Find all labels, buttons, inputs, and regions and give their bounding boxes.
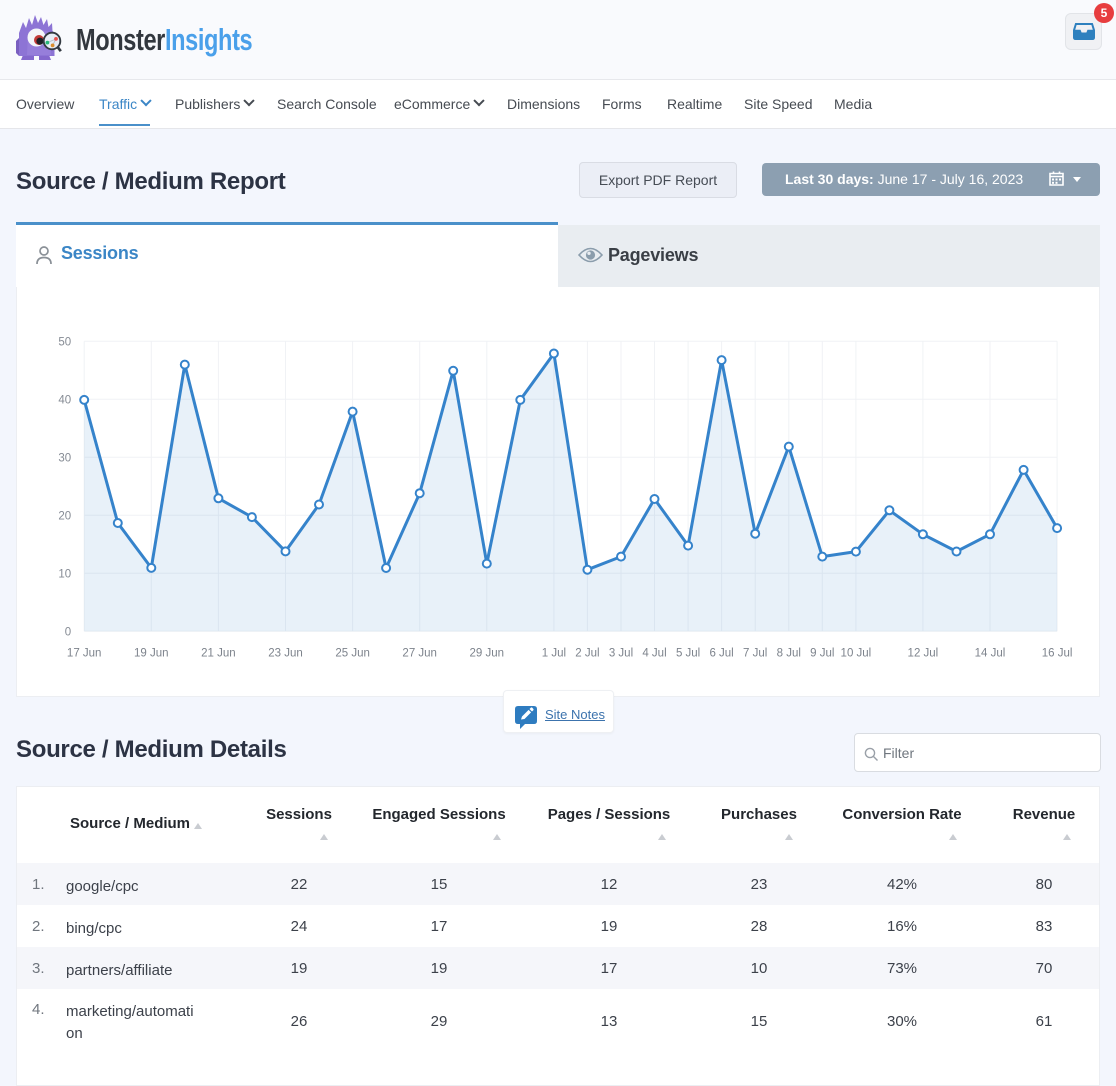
svg-text:9 Jul: 9 Jul xyxy=(810,647,834,659)
svg-text:19 Jun: 19 Jun xyxy=(134,647,169,659)
svg-text:4 Jul: 4 Jul xyxy=(642,647,666,659)
svg-text:10 Jul: 10 Jul xyxy=(841,647,872,659)
svg-text:5 Jul: 5 Jul xyxy=(676,647,700,659)
svg-text:0: 0 xyxy=(65,626,71,638)
svg-text:23 Jun: 23 Jun xyxy=(268,647,303,659)
svg-text:27 Jun: 27 Jun xyxy=(402,647,437,659)
svg-text:17 Jun: 17 Jun xyxy=(67,647,102,659)
svg-text:8 Jul: 8 Jul xyxy=(777,647,801,659)
svg-text:6 Jul: 6 Jul xyxy=(709,647,733,659)
svg-text:25 Jun: 25 Jun xyxy=(335,647,370,659)
svg-text:29 Jun: 29 Jun xyxy=(470,647,505,659)
svg-text:21 Jun: 21 Jun xyxy=(201,647,236,659)
svg-text:2 Jul: 2 Jul xyxy=(575,647,599,659)
svg-text:40: 40 xyxy=(58,394,71,406)
svg-text:3 Jul: 3 Jul xyxy=(609,647,633,659)
svg-text:12 Jul: 12 Jul xyxy=(908,647,939,659)
svg-text:14 Jul: 14 Jul xyxy=(975,647,1006,659)
svg-text:7 Jul: 7 Jul xyxy=(743,647,767,659)
svg-text:50: 50 xyxy=(58,336,71,348)
svg-text:16 Jul: 16 Jul xyxy=(1042,647,1073,659)
svg-text:1 Jul: 1 Jul xyxy=(542,647,566,659)
svg-text:20: 20 xyxy=(58,510,71,522)
svg-text:10: 10 xyxy=(58,568,71,580)
svg-text:30: 30 xyxy=(58,452,71,464)
